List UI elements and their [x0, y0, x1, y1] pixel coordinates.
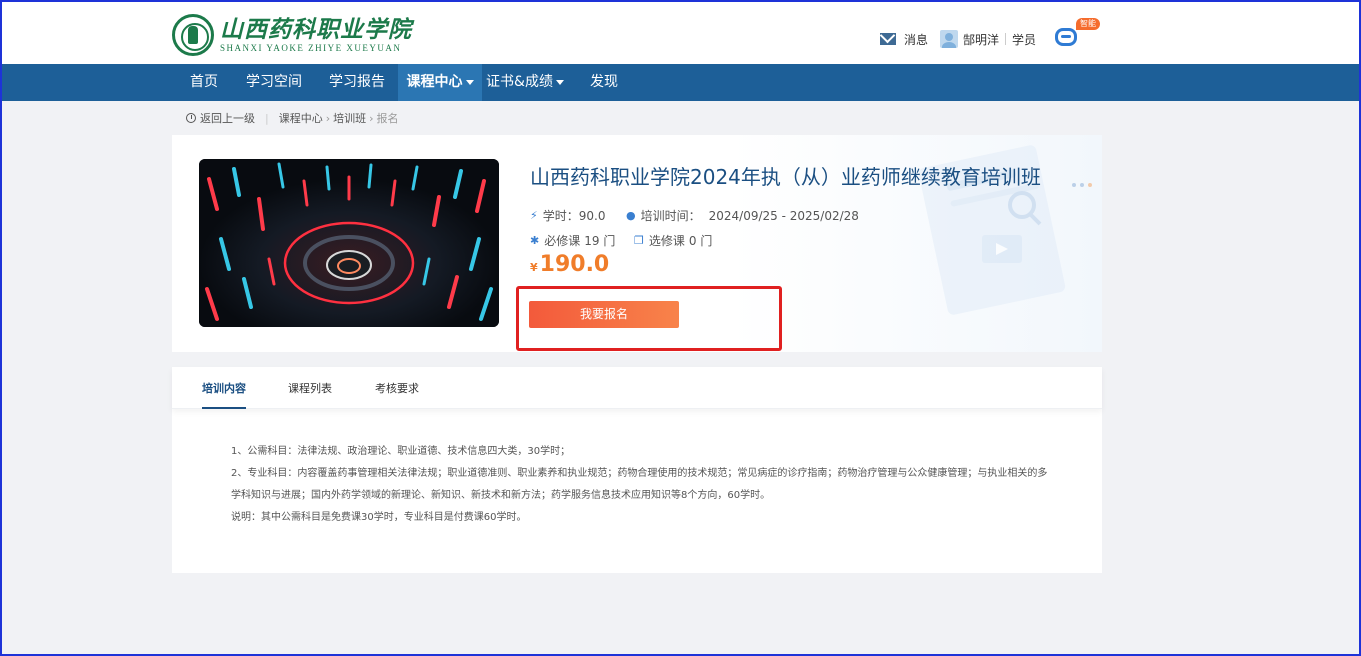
breadcrumb: 返回上一级 | 课程中心 › 培训班 › 报名: [186, 110, 399, 126]
copy-icon: ❐: [634, 234, 644, 247]
course-price: ¥190.0: [530, 252, 609, 277]
clock-icon: ●: [626, 209, 636, 222]
breadcrumb-arrow: ›: [369, 111, 374, 125]
logo-english-name: SHANXI YAOKE ZHIYE XUEYUAN: [220, 43, 402, 53]
elective-count: 0 门: [688, 234, 713, 248]
period-value: 2024/09/25 - 2025/02/28: [708, 208, 859, 223]
asterisk-icon: ✱: [530, 234, 540, 247]
nav-item-course-center[interactable]: 课程中心: [398, 64, 482, 101]
assistant-badge: 智能: [1076, 18, 1100, 30]
course-hours: ⚡ 学时： 90.0: [530, 207, 605, 224]
tab-training-content[interactable]: 培训内容: [202, 380, 246, 409]
user-name[interactable]: 郜明洋: [963, 31, 999, 48]
hours-value: 90.0: [578, 208, 606, 223]
nav-item-certificates[interactable]: 证书&成绩: [482, 64, 568, 101]
nav-item-discover[interactable]: 发现: [576, 64, 632, 101]
tab-bar: 培训内容 课程列表 考核要求: [172, 367, 1102, 409]
currency-symbol: ¥: [530, 261, 538, 274]
training-content: 1、公需科目：法律法规、政治理论、职业道德、技术信息四大类，30学时； 2、专业…: [231, 441, 1051, 529]
nav-item-study-report[interactable]: 学习报告: [316, 64, 398, 101]
user-role: 学员: [1012, 32, 1037, 47]
required-label: 必修课: [544, 234, 581, 248]
nav-item-home[interactable]: 首页: [176, 64, 232, 101]
tab-course-list[interactable]: 课程列表: [288, 380, 332, 407]
chevron-down-icon: [465, 79, 474, 85]
required-count: 19 门: [584, 234, 616, 248]
required-courses: ✱ 必修课 19 门: [530, 232, 615, 249]
divider: [1005, 33, 1007, 45]
breadcrumb-course-center[interactable]: 课程中心: [279, 110, 323, 126]
content-line: 2、专业科目：内容覆盖药事管理相关法律法规；职业道德准则、职业素养和执业规范；药…: [231, 468, 1048, 501]
period-label: 培训时间：: [640, 209, 701, 223]
breadcrumb-separator: |: [265, 111, 269, 125]
chevron-down-icon: [555, 79, 564, 85]
user-area: 消息 郜明洋 学员: [880, 30, 1036, 48]
elective-courses: ❐ 选修课 0 门: [634, 232, 712, 249]
assistant-robot-icon[interactable]: [1055, 28, 1077, 46]
course-details-panel: 培训内容 课程列表 考核要求 1、公需科目：法律法规、政治理论、职业道德、技术信…: [172, 367, 1102, 573]
lightning-icon: ⚡: [530, 209, 538, 222]
messages-link[interactable]: 消息: [904, 31, 928, 48]
cover-graphic: [199, 159, 499, 327]
breadcrumb-training-class[interactable]: 培训班: [333, 110, 366, 126]
school-logo[interactable]: 山西药科职业学院 SHANXI YAOKE ZHIYE XUEYUAN: [172, 14, 412, 56]
course-title: 山西药科职业学院2024年执（从）业药师继续教育培训班: [530, 165, 1041, 189]
price-value: 190.0: [539, 252, 610, 277]
highlight-box: [516, 286, 782, 351]
hours-label: 学时：: [542, 209, 579, 223]
training-period: ● 培训时间： 2024/09/25 - 2025/02/28: [626, 207, 859, 224]
logo-chinese-name: 山西药科职业学院: [220, 16, 412, 43]
breadcrumb-current: 报名: [376, 112, 399, 125]
avatar-icon[interactable]: [940, 30, 959, 48]
back-icon[interactable]: [186, 113, 196, 123]
back-link[interactable]: 返回上一级: [200, 110, 255, 126]
content-line: 1、公需科目：法律法规、政治理论、职业道德、技术信息四大类，30学时；: [231, 446, 571, 457]
tab-assessment[interactable]: 考核要求: [375, 380, 419, 407]
school-emblem-icon: [172, 14, 214, 56]
nav-item-study-space[interactable]: 学习空间: [232, 64, 316, 101]
mail-icon[interactable]: [880, 33, 896, 45]
course-cover-image[interactable]: [199, 159, 499, 327]
top-header: 山西药科职业学院 SHANXI YAOKE ZHIYE XUEYUAN: [2, 2, 1359, 64]
breadcrumb-arrow: ›: [325, 111, 331, 125]
main-nav: 首页 学习空间 学习报告 课程中心 证书&成绩 发现: [2, 64, 1359, 101]
content-line: 说明：其中公需科目是免费课30学时，专业科目是付费课60学时。: [231, 512, 527, 523]
elective-label: 选修课: [648, 234, 685, 248]
